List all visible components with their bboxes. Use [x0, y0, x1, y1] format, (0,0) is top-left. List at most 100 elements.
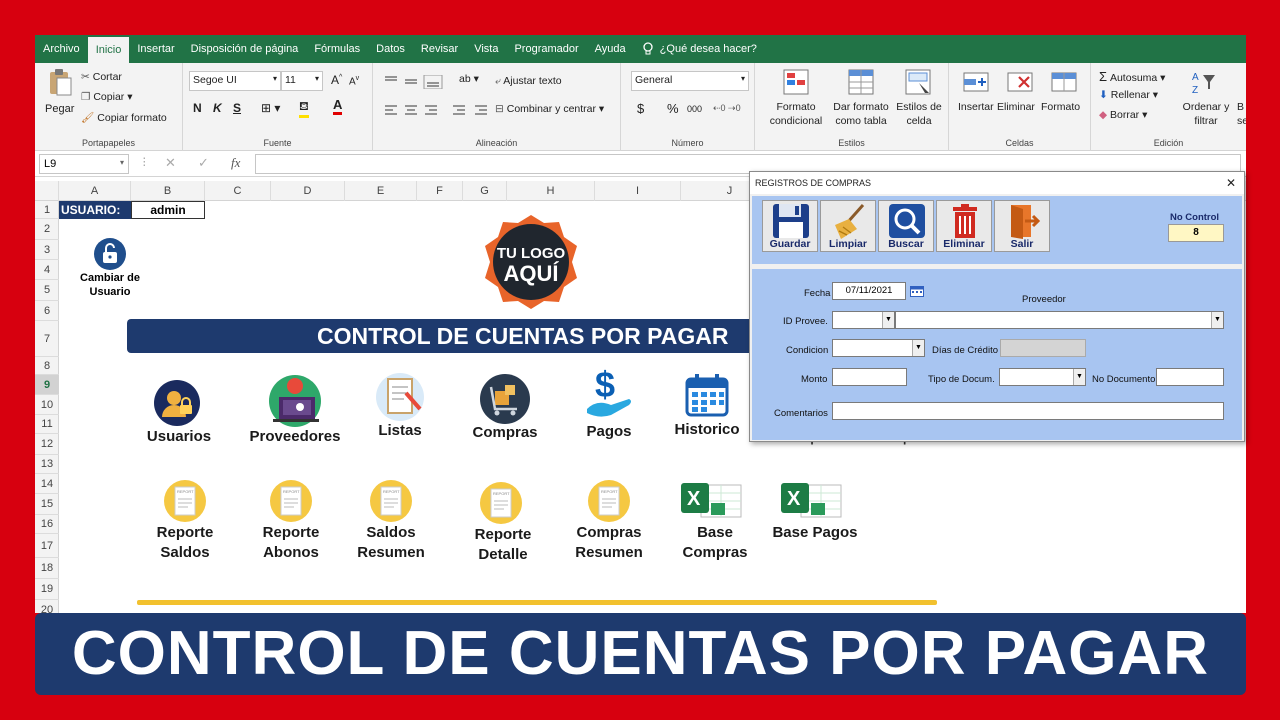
monto-input[interactable]: [832, 368, 907, 386]
format-cells-button[interactable]: Formato: [1041, 101, 1080, 113]
row-header[interactable]: 11: [35, 415, 59, 434]
row-header[interactable]: 12: [35, 434, 59, 455]
column-header[interactable]: E: [345, 181, 417, 201]
underline-button[interactable]: S: [233, 101, 241, 115]
number-format-select[interactable]: General ▾: [631, 71, 749, 91]
salir-button[interactable]: Salir: [994, 200, 1050, 252]
eliminar-button[interactable]: Eliminar: [936, 200, 992, 252]
font-size-select[interactable]: 11 ▾: [281, 71, 323, 91]
tab-datos[interactable]: Datos: [368, 35, 413, 63]
font-color-button[interactable]: A: [333, 97, 343, 115]
row-header[interactable]: 18: [35, 558, 59, 579]
dialog-close-button[interactable]: ✕: [1226, 172, 1236, 194]
tab-archivo[interactable]: Archivo: [35, 35, 88, 63]
comentarios-input[interactable]: [832, 402, 1224, 420]
align-top-icons[interactable]: [383, 75, 449, 89]
percent-button[interactable]: %: [667, 101, 679, 116]
name-box[interactable]: L9 ▾: [39, 154, 129, 174]
id-proveedor-select[interactable]: ▼: [832, 311, 895, 329]
select-all-corner[interactable]: [35, 181, 59, 201]
menu-reporte-abonos-button[interactable]: REPORT Reporte Abonos: [251, 479, 331, 563]
cell-styles-button[interactable]: Estilos de celda: [893, 101, 945, 128]
condicion-select[interactable]: ▼: [832, 339, 925, 357]
insert-function-icon[interactable]: fx: [231, 155, 240, 171]
column-header[interactable]: F: [417, 181, 463, 201]
enter-formula-icon[interactable]: ✓: [198, 155, 209, 171]
column-header[interactable]: H: [507, 181, 595, 201]
column-header[interactable]: B: [131, 181, 205, 201]
italic-button[interactable]: K: [213, 101, 222, 115]
tell-me-box[interactable]: ¿Qué desea hacer?: [634, 35, 765, 63]
buscar-button[interactable]: Buscar: [878, 200, 934, 252]
find-select-button-partial[interactable]: B sele: [1237, 101, 1246, 128]
row-header-selected[interactable]: 9: [35, 375, 59, 395]
menu-reporte-saldos-button[interactable]: REPORT Reporte Saldos: [145, 479, 225, 563]
fill-button[interactable]: ⬇ Rellenar ▾: [1099, 89, 1158, 101]
conditional-format-button[interactable]: Formato condicional: [761, 101, 831, 128]
row-header[interactable]: 10: [35, 395, 59, 415]
row-header[interactable]: 5: [35, 280, 59, 301]
row-header[interactable]: 17: [35, 534, 59, 558]
row-header[interactable]: 6: [35, 301, 59, 321]
menu-base-pagos-button[interactable]: X Base Pagos: [772, 481, 858, 565]
tab-programador[interactable]: Programador: [506, 35, 586, 63]
clear-button[interactable]: ◆ Borrar ▾: [1099, 109, 1147, 121]
menu-saldos-resumen-button[interactable]: REPORT Saldos Resumen: [351, 479, 431, 563]
no-documento-input[interactable]: [1156, 368, 1224, 386]
row-header[interactable]: 19: [35, 579, 59, 600]
column-header[interactable]: G: [463, 181, 507, 201]
menu-pagos-button[interactable]: $ Pagos: [573, 365, 645, 445]
borders-button[interactable]: ⊞ ▾: [261, 101, 280, 115]
guardar-button[interactable]: Guardar: [762, 200, 818, 252]
menu-listas-button[interactable]: Listas: [365, 371, 435, 443]
tab-ayuda[interactable]: Ayuda: [587, 35, 634, 63]
wrap-text-button[interactable]: ⤶ Ajustar texto: [495, 75, 562, 88]
grow-font-button[interactable]: A^: [331, 73, 342, 87]
tab-vista[interactable]: Vista: [466, 35, 506, 63]
merge-center-button[interactable]: ⊟ Combinar y centrar ▾: [495, 103, 604, 115]
row-header[interactable]: 2: [35, 219, 59, 240]
tab-disposicion[interactable]: Disposición de página: [183, 35, 307, 63]
row-header[interactable]: 8: [35, 357, 59, 375]
sort-filter-button[interactable]: Ordenar y filtrar: [1181, 101, 1231, 128]
currency-button[interactable]: $: [637, 101, 644, 116]
row-header[interactable]: 1: [35, 201, 59, 219]
menu-historico-button[interactable]: Historico: [667, 373, 747, 445]
menu-usuarios-button[interactable]: Usuarios: [139, 377, 219, 447]
menu-compras-button[interactable]: Compras: [465, 373, 545, 445]
autosum-button[interactable]: Σ Autosuma ▾: [1099, 69, 1165, 84]
delete-cells-button[interactable]: Eliminar: [997, 101, 1035, 113]
menu-compras-resumen-button[interactable]: REPORT Compras Resumen: [569, 479, 649, 563]
cancel-formula-icon[interactable]: ✕: [165, 155, 176, 171]
paste-button[interactable]: Pegar: [43, 69, 77, 119]
menu-proveedores-button[interactable]: Proveedores: [245, 373, 345, 447]
calendar-picker-icon[interactable]: [910, 285, 924, 297]
row-header[interactable]: 13: [35, 455, 59, 474]
column-header[interactable]: I: [595, 181, 681, 201]
tipo-documento-select[interactable]: ▼: [999, 368, 1086, 386]
row-header[interactable]: 7: [35, 321, 59, 357]
font-name-select[interactable]: Segoe UI ▾: [189, 71, 281, 91]
bold-button[interactable]: N: [193, 101, 202, 115]
row-header[interactable]: 14: [35, 474, 59, 494]
orientation-button[interactable]: ab ▾: [459, 73, 479, 85]
align-horizontal-icons[interactable]: [383, 103, 493, 117]
row-header[interactable]: 3: [35, 240, 59, 260]
column-header[interactable]: D: [271, 181, 345, 201]
row-header[interactable]: 15: [35, 494, 59, 515]
copy-button[interactable]: ❐ Copiar ▾: [81, 91, 132, 103]
row-header[interactable]: 16: [35, 515, 59, 534]
proveedor-select[interactable]: ▼: [895, 311, 1224, 329]
thousands-button[interactable]: 000: [687, 104, 702, 114]
tab-inicio[interactable]: Inicio: [87, 35, 130, 63]
row-header[interactable]: 4: [35, 260, 59, 280]
tab-formulas[interactable]: Fórmulas: [306, 35, 368, 63]
row-header[interactable]: 20: [35, 600, 59, 613]
fecha-input[interactable]: 07/11/2021: [832, 282, 906, 300]
cut-button[interactable]: ✂ Cortar: [81, 71, 122, 83]
format-table-button[interactable]: Dar formato como tabla: [829, 101, 893, 128]
menu-reporte-detalle-button[interactable]: REPORT Reporte Detalle: [463, 481, 543, 565]
shrink-font-button[interactable]: Av: [349, 75, 359, 87]
limpiar-button[interactable]: Limpiar: [820, 200, 876, 252]
column-header[interactable]: C: [205, 181, 271, 201]
